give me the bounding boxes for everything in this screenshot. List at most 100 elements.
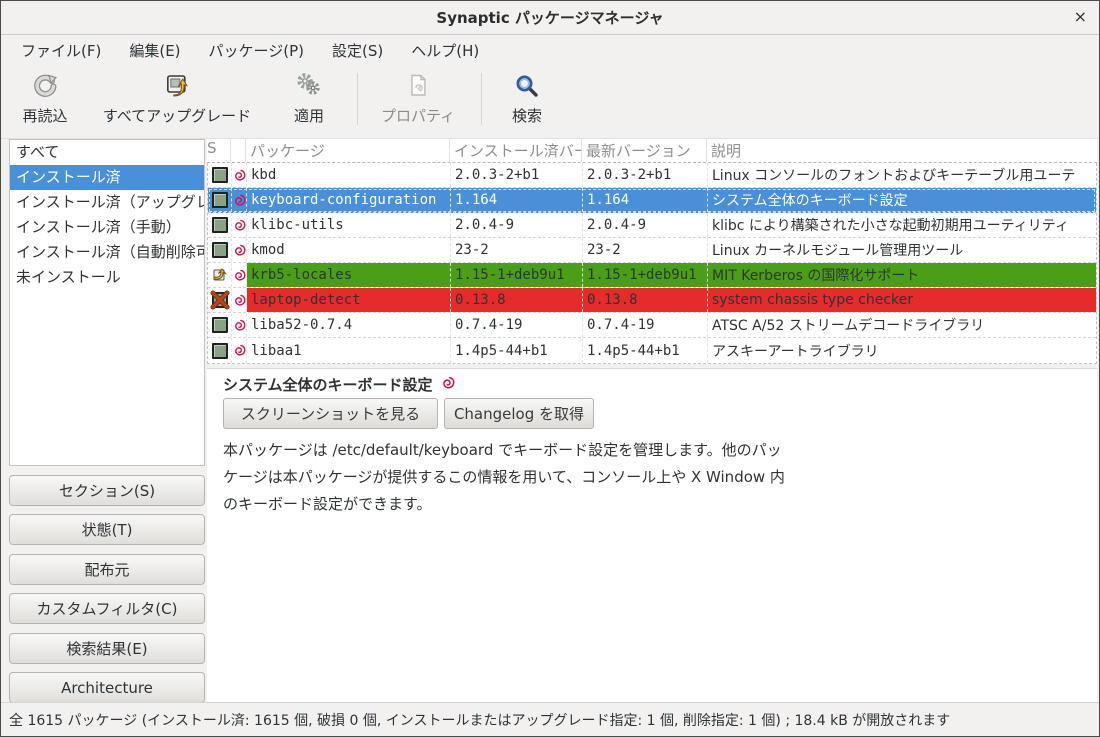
details-title: システム全体のキーボード設定 bbox=[223, 374, 455, 395]
details-pane: システム全体のキーボード設定 スクリーンショットを見る Changelog を取… bbox=[207, 368, 1097, 704]
table-header: S パッケージ インストール済バージョン 最新バージョン 説明 bbox=[207, 139, 1097, 163]
package-name: laptop-detect bbox=[247, 288, 451, 312]
table-row-selected[interactable]: keyboard-configuration 1.164 1.164 システム全… bbox=[208, 188, 1096, 213]
debian-swirl-icon bbox=[232, 238, 247, 262]
description-line: のキーボード設定ができます。 bbox=[223, 491, 785, 518]
status-installed-icon[interactable] bbox=[212, 317, 228, 333]
status-installed-icon[interactable] bbox=[212, 167, 228, 183]
custom-filters-button[interactable]: カスタムフィルタ(C) bbox=[9, 593, 205, 624]
search-icon bbox=[512, 71, 542, 101]
filter-item-installed[interactable]: インストール済 bbox=[10, 165, 204, 190]
header-package[interactable]: パッケージ bbox=[246, 139, 450, 162]
package-name: krb5-locales bbox=[247, 263, 451, 287]
close-icon[interactable]: × bbox=[1074, 7, 1087, 27]
header-description[interactable]: 説明 bbox=[707, 139, 1097, 162]
architecture-button[interactable]: Architecture bbox=[9, 672, 205, 703]
menu-edit[interactable]: 編集(E) bbox=[115, 36, 194, 65]
installed-version: 0.7.4-19 bbox=[451, 313, 583, 337]
menu-settings[interactable]: 設定(S) bbox=[318, 36, 397, 65]
debian-swirl-icon bbox=[232, 213, 247, 237]
search-label: 検索 bbox=[512, 105, 542, 126]
table-row[interactable]: klibc-utils 2.0.4-9 2.0.4-9 klibc により構築さ… bbox=[208, 213, 1096, 238]
installed-version: 1.164 bbox=[451, 188, 583, 212]
package-table: S パッケージ インストール済バージョン 最新バージョン 説明 kbd 2.0.… bbox=[207, 139, 1097, 364]
toolbar: 再読込 すべてアップグレード 適用 bbox=[1, 65, 1099, 139]
statusbar: 全 1615 パッケージ (インストール済: 1615 個, 破損 0 個, イ… bbox=[1, 702, 1099, 736]
latest-version: 0.7.4-19 bbox=[583, 313, 708, 337]
package-description: アスキーアートライブラリ bbox=[708, 338, 1096, 363]
properties-button[interactable]: プロパティ bbox=[381, 71, 455, 126]
installed-version: 1.15-1+deb9u1 bbox=[451, 263, 583, 287]
installed-version: 2.0.4-9 bbox=[451, 213, 583, 237]
filter-item-installed-autoremovable[interactable]: インストール済（自動削除可 bbox=[10, 240, 204, 265]
menu-help[interactable]: ヘルプ(H) bbox=[397, 36, 493, 65]
sections-button[interactable]: セクション(S) bbox=[9, 475, 205, 506]
header-installed-version[interactable]: インストール済バージョン bbox=[450, 139, 582, 162]
get-changelog-button[interactable]: Changelog を取得 bbox=[444, 398, 594, 429]
titlebar: Synaptic パッケージマネージャ × bbox=[1, 1, 1099, 35]
table-row[interactable]: libaa1 1.4p5-44+b1 1.4p5-44+b1 アスキーアートライ… bbox=[208, 338, 1096, 363]
filter-item-not-installed[interactable]: 未インストール bbox=[10, 265, 204, 290]
toolbar-separator bbox=[481, 73, 482, 125]
status-installed-icon[interactable] bbox=[212, 343, 228, 359]
upgrade-all-icon bbox=[103, 71, 251, 101]
package-name: liba52-0.7.4 bbox=[247, 313, 451, 337]
apply-button[interactable]: 適用 bbox=[294, 71, 324, 126]
status-installed-icon[interactable] bbox=[212, 192, 228, 208]
properties-icon bbox=[381, 71, 455, 101]
view-screenshot-button[interactable]: スクリーンショットを見る bbox=[223, 398, 438, 429]
menu-package[interactable]: パッケージ(P) bbox=[195, 36, 318, 65]
upgrade-all-label: すべてアップグレード bbox=[103, 105, 251, 126]
status-installed-icon[interactable] bbox=[212, 242, 228, 258]
latest-version: 1.164 bbox=[583, 188, 708, 212]
table-row[interactable]: kbd 2.0.3-2+b1 2.0.3-2+b1 Linux コンソールのフォ… bbox=[208, 163, 1096, 188]
debian-swirl-icon bbox=[232, 263, 247, 287]
latest-version: 0.13.8 bbox=[583, 288, 708, 312]
latest-version: 23-2 bbox=[583, 238, 708, 262]
package-name: klibc-utils bbox=[247, 213, 451, 237]
upgrade-all-button[interactable]: すべてアップグレード bbox=[103, 71, 251, 126]
installed-version: 23-2 bbox=[451, 238, 583, 262]
status-reinstall-icon[interactable] bbox=[208, 263, 232, 287]
properties-label: プロパティ bbox=[381, 105, 455, 126]
description-line: ケージは本パッケージが提供するこの情報を用いて、コンソール上や X Window… bbox=[223, 464, 785, 491]
table-row-marked-reinstall[interactable]: krb5-locales 1.15-1+deb9u1 1.15-1+deb9u1… bbox=[208, 263, 1096, 288]
status-remove-icon[interactable] bbox=[208, 288, 232, 312]
menu-file[interactable]: ファイル(F) bbox=[7, 36, 115, 65]
search-results-button[interactable]: 検索結果(E) bbox=[9, 633, 205, 664]
details-title-text: システム全体のキーボード設定 bbox=[223, 374, 433, 395]
latest-version: 1.4p5-44+b1 bbox=[583, 338, 708, 363]
filter-list: すべて インストール済 インストール済（アップグレ インストール済（手動） イン… bbox=[9, 139, 205, 466]
debian-swirl-icon bbox=[232, 163, 247, 187]
status-button[interactable]: 状態(T) bbox=[9, 514, 205, 545]
package-long-description: 本パッケージは /etc/default/keyboard でキーボード設定を管… bbox=[223, 437, 785, 518]
menubar: ファイル(F) 編集(E) パッケージ(P) 設定(S) ヘルプ(H) bbox=[1, 35, 1099, 65]
table-row-marked-remove[interactable]: laptop-detect 0.13.8 0.13.8 system chass… bbox=[208, 288, 1096, 313]
table-row[interactable]: kmod 23-2 23-2 Linux カーネルモジュール管理用ツール bbox=[208, 238, 1096, 263]
reload-button[interactable]: 再読込 bbox=[22, 71, 67, 126]
package-description: ATSC A/52 ストリームデコードライブラリ bbox=[708, 313, 1096, 337]
package-description: Linux コンソールのフォントおよびキーテーブル用ユーテ bbox=[708, 163, 1096, 187]
origin-button[interactable]: 配布元 bbox=[9, 554, 205, 585]
filter-item-all[interactable]: すべて bbox=[10, 140, 204, 165]
installed-version: 0.13.8 bbox=[451, 288, 583, 312]
search-button[interactable]: 検索 bbox=[512, 71, 542, 126]
window-title: Synaptic パッケージマネージャ bbox=[436, 7, 663, 28]
synaptic-window: Synaptic パッケージマネージャ × ファイル(F) 編集(E) パッケー… bbox=[0, 0, 1100, 737]
filter-item-installed-manual[interactable]: インストール済（手動） bbox=[10, 215, 204, 240]
debian-swirl-icon bbox=[232, 288, 247, 312]
debian-swirl-icon bbox=[232, 338, 247, 363]
header-latest-version[interactable]: 最新バージョン bbox=[582, 139, 707, 162]
latest-version: 2.0.4-9 bbox=[583, 213, 708, 237]
package-name: kbd bbox=[247, 163, 451, 187]
package-description: Linux カーネルモジュール管理用ツール bbox=[708, 238, 1096, 262]
status-installed-icon[interactable] bbox=[212, 217, 228, 233]
header-status[interactable]: S bbox=[207, 139, 231, 162]
table-row[interactable]: liba52-0.7.4 0.7.4-19 0.7.4-19 ATSC A/52… bbox=[208, 313, 1096, 338]
package-name: libaa1 bbox=[247, 338, 451, 363]
header-origin[interactable] bbox=[231, 139, 246, 162]
latest-version: 1.15-1+deb9u1 bbox=[583, 263, 708, 287]
debian-swirl-icon bbox=[232, 188, 247, 212]
filter-item-installed-upgradable[interactable]: インストール済（アップグレ bbox=[10, 190, 204, 215]
package-description: system chassis type checker bbox=[708, 288, 1096, 312]
